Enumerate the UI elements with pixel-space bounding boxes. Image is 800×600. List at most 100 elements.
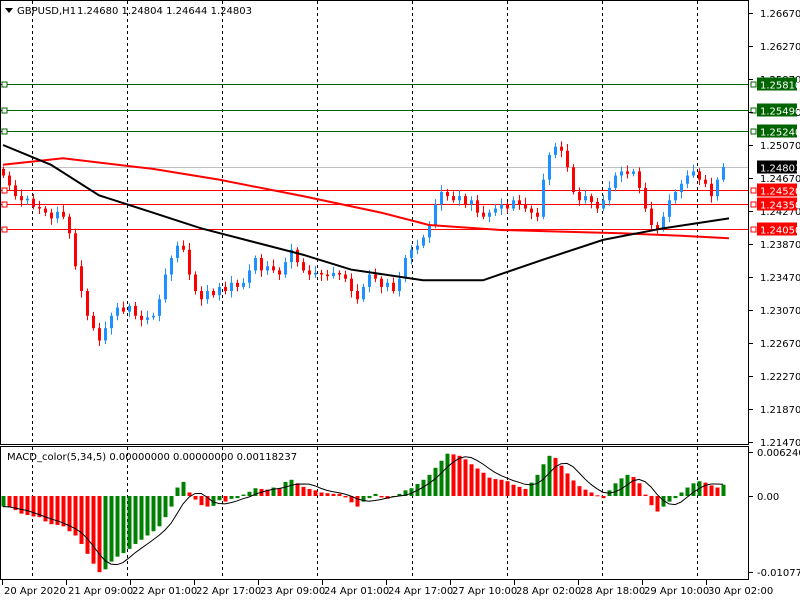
macd-bar-down	[469, 464, 474, 496]
candle-bear	[122, 307, 125, 312]
macd-bar-up	[367, 496, 372, 499]
macd-bar-down	[355, 496, 360, 507]
level-handle-left	[1, 81, 8, 88]
candle-bull	[314, 272, 317, 275]
macd-bar-down	[295, 483, 300, 496]
macd-bar-up	[241, 494, 246, 496]
symbol-label: GBPUSD,H1	[17, 6, 76, 17]
candle-bear	[212, 291, 215, 296]
candle-bull	[158, 299, 161, 316]
candle-bull	[398, 278, 401, 292]
candle-bear	[710, 183, 713, 197]
macd-bar-up	[667, 496, 672, 502]
candle-bear	[644, 187, 647, 209]
candle-bear	[530, 208, 533, 213]
candle-bear	[524, 204, 527, 209]
candle-bear	[380, 278, 383, 287]
time-tick-label: 30 Apr 02:00	[708, 586, 773, 597]
macd-bar-down	[499, 479, 504, 496]
price-chart[interactable]: 1.266701.262701.258701.254701.250701.246…	[0, 0, 800, 600]
candle-bull	[362, 286, 365, 300]
macd-bar-down	[475, 468, 480, 496]
macd-bar-up	[115, 496, 120, 557]
candle-bear	[134, 305, 137, 316]
macd-bar-down	[637, 483, 642, 496]
candle-bull	[608, 187, 611, 201]
candle-bull	[176, 245, 179, 259]
macd-tick-label: 0.00	[757, 492, 779, 503]
macd-bar-down	[505, 481, 510, 496]
candle-bull	[128, 305, 131, 312]
macd-bar-up	[679, 492, 684, 496]
candle-bear	[590, 196, 593, 202]
candle-bear	[356, 291, 359, 300]
candle-bear	[392, 282, 395, 292]
macd-bar-up	[439, 460, 444, 496]
level-handle-right	[750, 81, 757, 88]
ma-slow-line	[2, 157, 730, 240]
macd-bar-down	[91, 496, 96, 564]
macd-bar-down	[97, 496, 102, 573]
candle-bull	[614, 175, 617, 188]
candle-bull	[602, 200, 605, 209]
candle-bull	[170, 258, 173, 275]
candle-bull	[164, 274, 167, 300]
candle-bear	[518, 200, 521, 205]
macd-bar-down	[589, 492, 594, 496]
macd-bar-down	[553, 457, 558, 496]
candle-bear	[578, 192, 581, 201]
candle-bull	[26, 198, 29, 201]
candle-bear	[296, 249, 299, 263]
price-tick-label: 1.24670	[760, 174, 800, 185]
candle-bull	[266, 266, 269, 271]
macd-bar-up	[151, 496, 156, 532]
time-tick-label: 20 Apr 2020	[4, 586, 66, 597]
macd-bar-down	[487, 477, 492, 496]
candle-bull	[254, 258, 257, 271]
level-handle-left	[1, 226, 8, 233]
macd-bar-down	[307, 488, 312, 496]
level-handle-right	[750, 187, 757, 194]
candle-bull	[428, 225, 431, 238]
candle-bull	[554, 146, 557, 155]
macd-bar-down	[565, 473, 570, 496]
macd-bar-up	[721, 484, 726, 496]
macd-bar-up	[289, 479, 294, 496]
candle-bull	[230, 282, 233, 292]
candle-bear	[638, 171, 641, 188]
time-tick-label: 21 Apr 09:00	[68, 586, 133, 597]
candle-bull	[512, 200, 515, 209]
macd-bar-down	[343, 496, 348, 498]
candle-bear	[194, 274, 197, 292]
level-price-label: 1.24803	[760, 164, 800, 175]
candle-bull	[686, 175, 689, 184]
candle-bear	[200, 291, 203, 300]
macd-bar-up	[163, 496, 168, 518]
macd-bar-down	[25, 496, 30, 516]
macd-bar-down	[493, 479, 498, 496]
candle-bull	[410, 249, 413, 259]
macd-bar-up	[181, 481, 186, 496]
macd-bar-up	[247, 491, 252, 496]
level-price-label: 1.25810	[760, 81, 800, 92]
macd-bar-down	[523, 488, 528, 496]
macd-bar-down	[331, 493, 336, 496]
indicator-label: MACD_color(5,34,5) 0.00000000 0.00000000…	[7, 452, 297, 463]
candle-bear	[74, 233, 77, 267]
macd-bar-up	[283, 481, 288, 496]
macd-bar-down	[337, 493, 342, 496]
macd-bar-down	[601, 496, 606, 499]
candle-bull	[488, 212, 491, 217]
candle-bear	[704, 179, 707, 184]
candle-bear	[650, 208, 653, 226]
macd-bar-down	[463, 459, 468, 496]
macd-bar-up	[139, 496, 144, 540]
candle-bear	[98, 328, 101, 341]
triangle-down-icon[interactable]	[5, 8, 13, 13]
macd-bar-down	[199, 496, 204, 506]
level-handle-right	[750, 201, 757, 208]
macd-bar-up	[121, 496, 126, 554]
price-tick-label: 1.23870	[760, 240, 800, 251]
time-tick-label: 28 Apr 02:00	[516, 586, 581, 597]
candle-bear	[68, 216, 71, 234]
